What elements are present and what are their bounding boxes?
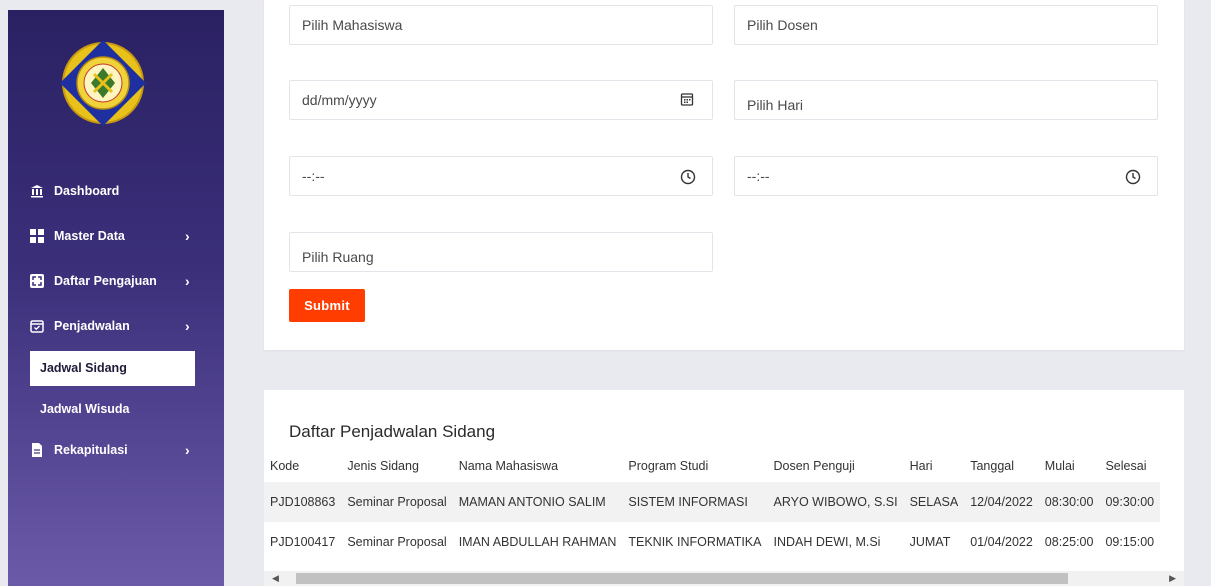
sidebar: Dashboard Master Data › Daftar Pengajuan… bbox=[8, 10, 224, 586]
mahasiswa-placeholder: Pilih Mahasiswa bbox=[302, 17, 403, 33]
col-tanggal[interactable]: Tanggal bbox=[964, 450, 1039, 482]
cell-kode: PJD100417 bbox=[270, 535, 336, 549]
expand-icon bbox=[30, 274, 44, 288]
scrollbar-thumb[interactable] bbox=[296, 573, 1068, 584]
table-row[interactable]: PJD108863 Seminar Proposal MAMAN ANTONIO… bbox=[264, 482, 1161, 522]
end-time-placeholder: --:-- bbox=[747, 168, 770, 184]
cell-kode: PJD108863 bbox=[264, 482, 342, 522]
clock-icon[interactable] bbox=[1125, 169, 1141, 185]
cell-hari: JUMAT bbox=[909, 535, 951, 549]
sidebar-item-rekapitulasi[interactable]: Rekapitulasi › bbox=[8, 439, 224, 461]
sidebar-item-label: Daftar Pengajuan bbox=[54, 274, 157, 288]
hari-select[interactable]: Pilih Hari bbox=[734, 80, 1158, 120]
cell-jenis-sidang: Seminar Proposal bbox=[347, 535, 447, 549]
chevron-right-icon: › bbox=[185, 318, 190, 334]
table-header-row: Kode Jenis Sidang Nama Mahasiswa Program… bbox=[264, 450, 1160, 482]
scroll-left-arrow-icon[interactable]: ◀ bbox=[272, 573, 279, 584]
col-selesai[interactable]: Selesai bbox=[1099, 450, 1160, 482]
submit-button[interactable]: Submit bbox=[289, 289, 365, 322]
calendar-icon[interactable] bbox=[680, 92, 694, 106]
col-kode[interactable]: Kode bbox=[264, 450, 341, 482]
cell-hari: SELASA bbox=[903, 482, 965, 522]
col-hari[interactable]: Hari bbox=[904, 450, 965, 482]
sidebar-item-dashboard[interactable]: Dashboard bbox=[8, 180, 224, 202]
sidebar-item-label: Penjadwalan bbox=[54, 319, 130, 333]
cell-tanggal: 12/04/2022 bbox=[964, 482, 1039, 522]
cell-nama-mahasiswa: MAMAN ANTONIO SALIM bbox=[452, 482, 623, 522]
chevron-right-icon: › bbox=[185, 442, 190, 458]
col-program-studi[interactable]: Program Studi bbox=[622, 450, 767, 482]
cell-tanggal: 01/04/2022 bbox=[970, 535, 1033, 549]
cell-dosen-penguji: INDAH DEWI, M.Si bbox=[773, 535, 881, 549]
table-scroll-area[interactable]: Kode Jenis Sidang Nama Mahasiswa Program… bbox=[264, 450, 1184, 570]
horizontal-scrollbar[interactable]: ◀ ▶ bbox=[264, 571, 1184, 586]
table-row[interactable]: PJD100417 Seminar Proposal IMAN ABDULLAH… bbox=[264, 522, 1160, 562]
grid-icon bbox=[30, 229, 44, 243]
cell-jenis-sidang: Seminar Proposal bbox=[341, 482, 453, 522]
schedule-table: Kode Jenis Sidang Nama Mahasiswa Program… bbox=[264, 450, 1161, 562]
sidebar-item-label: Master Data bbox=[54, 229, 125, 243]
hari-placeholder: Pilih Hari bbox=[747, 97, 804, 113]
cell-mulai: 08:30:00 bbox=[1038, 482, 1100, 522]
date-placeholder: dd/mm/yyyy bbox=[302, 92, 377, 108]
cell-program-studi: TEKNIK INFORMATIKA bbox=[628, 535, 762, 549]
file-icon bbox=[30, 443, 44, 457]
sidebar-subitem-jadwal-wisuda[interactable]: Jadwal Wisuda bbox=[30, 392, 195, 427]
col-dosen-penguji[interactable]: Dosen Penguji bbox=[768, 450, 904, 482]
sidebar-item-label: Rekapitulasi bbox=[54, 443, 128, 457]
clock-icon[interactable] bbox=[680, 169, 696, 185]
mahasiswa-select[interactable]: Pilih Mahasiswa bbox=[289, 5, 713, 45]
cell-dosen-penguji: ARYO WIBOWO, S.SI bbox=[767, 482, 904, 522]
sidebar-item-label: Dashboard bbox=[54, 184, 120, 198]
sidebar-subitem-jadwal-sidang[interactable]: Jadwal Sidang bbox=[30, 351, 195, 386]
start-time-input[interactable]: --:-- bbox=[289, 156, 713, 196]
col-jenis-sidang[interactable]: Jenis Sidang bbox=[341, 450, 452, 482]
dosen-select[interactable]: Pilih Dosen bbox=[734, 5, 1158, 45]
sidebar-item-daftar-pengajuan[interactable]: Daftar Pengajuan › bbox=[8, 270, 224, 292]
institution-icon bbox=[30, 184, 44, 198]
table-title: Daftar Penjadwalan Sidang bbox=[289, 422, 496, 441]
start-time-placeholder: --:-- bbox=[302, 168, 325, 184]
cell-selesai: 09:15:00 bbox=[1105, 535, 1155, 549]
sidebar-item-master-data[interactable]: Master Data › bbox=[8, 225, 224, 247]
dosen-placeholder: Pilih Dosen bbox=[747, 17, 818, 33]
cell-mulai: 08:25:00 bbox=[1044, 535, 1094, 549]
calendar-check-icon bbox=[30, 319, 44, 333]
end-time-input[interactable]: --:-- bbox=[734, 156, 1158, 196]
sidebar-nav: Dashboard Master Data › Daftar Pengajuan… bbox=[8, 180, 224, 484]
cell-program-studi: SISTEM INFORMASI bbox=[622, 482, 768, 522]
date-input[interactable]: dd/mm/yyyy bbox=[289, 80, 713, 120]
col-mulai[interactable]: Mulai bbox=[1039, 450, 1100, 482]
col-nama-mahasiswa[interactable]: Nama Mahasiswa bbox=[453, 450, 623, 482]
university-logo bbox=[58, 38, 148, 128]
cell-selesai: 09:30:00 bbox=[1099, 482, 1161, 522]
scroll-right-arrow-icon[interactable]: ▶ bbox=[1169, 573, 1176, 584]
ruang-placeholder: Pilih Ruang bbox=[302, 249, 374, 265]
chevron-right-icon: › bbox=[185, 273, 190, 289]
ruang-select[interactable]: Pilih Ruang bbox=[289, 232, 713, 272]
chevron-right-icon: › bbox=[185, 228, 190, 244]
cell-nama-mahasiswa: IMAN ABDULLAH RAHMAN bbox=[458, 535, 617, 549]
sidebar-item-penjadwalan[interactable]: Penjadwalan › bbox=[8, 315, 224, 337]
